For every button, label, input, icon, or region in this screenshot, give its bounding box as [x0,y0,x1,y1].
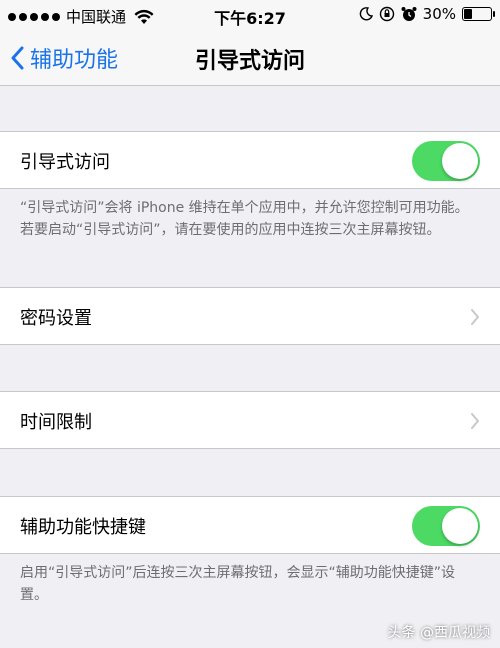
moon-icon [359,7,373,21]
status-bar: 中国联通 下午6:27 30% [0,0,500,30]
toggle-knob [442,508,478,544]
battery-icon [462,7,495,21]
chevron-right-icon [471,309,479,325]
passcode-settings-label: 密码设置 [20,308,92,329]
passcode-settings-row[interactable]: 密码设置 [0,287,500,345]
guided-access-toggle[interactable] [412,141,480,181]
battery-percent: 30% [422,5,456,23]
time-limits-row[interactable]: 时间限制 [0,391,500,449]
battery-level [464,9,472,19]
accessibility-shortcut-row: 辅助功能快捷键 [0,496,500,554]
time-limits-label: 时间限制 [20,412,92,433]
accessibility-shortcut-label: 辅助功能快捷键 [20,517,146,538]
page-title: 引导式访问 [194,49,305,74]
navigation-bar: 辅助功能 引导式访问 [0,30,500,86]
alarm-icon [401,7,417,21]
guided-access-description: “引导式访问”会将 iPhone 维持在单个应用中，并允许您控制可用功能。若要启… [20,200,469,238]
rotation-lock-icon [379,6,394,22]
chevron-right-icon [471,413,479,429]
accessibility-shortcut-description: 启用“引导式访问”后连按三次主屏幕按钮，会显示“辅助功能快捷键”设置。 [20,565,456,603]
accessibility-shortcut-toggle[interactable] [412,506,480,546]
guided-access-row: 引导式访问 [0,131,500,189]
guided-access-label: 引导式访问 [20,152,110,173]
watermark: 头条 @西瓜视频 [387,625,490,641]
status-right: 30% [359,5,495,23]
toggle-knob [442,143,478,179]
